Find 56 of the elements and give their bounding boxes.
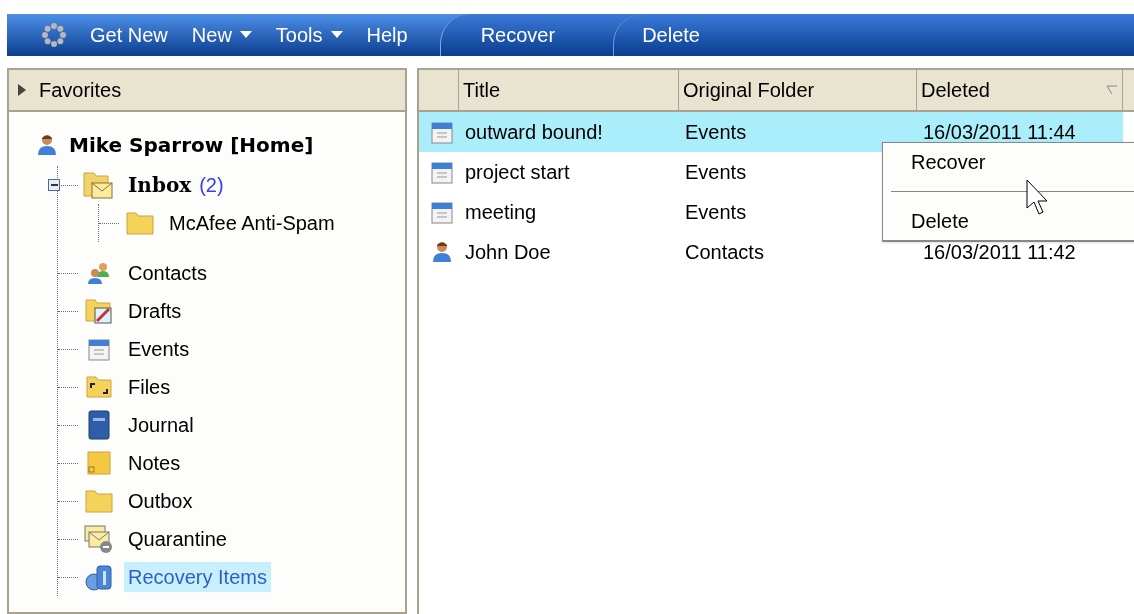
folder-item[interactable]: Outbox	[124, 486, 197, 516]
calendar-icon	[431, 200, 453, 224]
toolbar-menu-button[interactable]: Get New	[90, 20, 168, 50]
favorites-label: Favorites	[39, 78, 122, 103]
recycle-bin-icon	[85, 563, 113, 591]
unread-count: (2)	[199, 173, 224, 198]
column-header[interactable]: Title	[459, 70, 679, 110]
table-cell-text: John Doe	[465, 240, 552, 265]
table-cell-text: 16/03/2011 11:44	[923, 120, 1076, 145]
folder-item[interactable]: Drafts	[124, 296, 186, 326]
toolbar-menu-button[interactable]: New	[191, 20, 252, 50]
table-row[interactable]: outward bound! Events 16/03/2011 11:44	[419, 112, 1123, 152]
folder-item[interactable]: Journal	[124, 410, 198, 440]
table-cell-text: meeting	[465, 200, 538, 225]
action-tab[interactable]: Delete	[613, 14, 728, 56]
book-icon	[88, 410, 110, 440]
calendar-icon	[431, 120, 453, 144]
person-icon	[432, 241, 452, 263]
folder-pencil-icon	[85, 298, 113, 324]
mouse-pointer-icon	[1026, 179, 1050, 217]
folder-item[interactable]: Contacts	[124, 258, 211, 288]
column-header[interactable]: Deleted	[917, 70, 1123, 110]
caret-icon	[239, 31, 252, 39]
caret-icon	[330, 31, 343, 39]
folder-icon	[85, 489, 113, 513]
note-icon	[87, 451, 111, 475]
dots-logo-icon	[42, 23, 66, 47]
favorites-header[interactable]: Favorites	[9, 70, 405, 112]
folder-item[interactable]: Quarantine	[124, 524, 231, 554]
table-cell-text: outward bound!	[465, 120, 604, 145]
folder-corners-icon	[86, 376, 112, 398]
envelopes-icon	[84, 524, 114, 554]
folder-item[interactable]: Inbox	[124, 170, 196, 200]
folder-item[interactable]: Events	[124, 334, 194, 364]
people-icon	[87, 261, 111, 285]
folder-item[interactable]: Notes	[124, 448, 185, 478]
folder-item[interactable]: Recovery Items	[124, 562, 271, 592]
calendar-icon	[431, 160, 453, 184]
expand-arrow-icon	[17, 83, 27, 97]
table-cell-text: Contacts	[685, 240, 765, 265]
toolbar-menu-button[interactable]: Tools	[275, 20, 343, 50]
calendar-icon	[88, 337, 110, 361]
folder-icon	[126, 211, 154, 235]
folder-item[interactable]: Files	[124, 372, 175, 402]
action-tab[interactable]: Recover	[452, 14, 584, 56]
column-header[interactable]: Original Folder	[679, 70, 917, 110]
collapse-toggle-icon[interactable]	[48, 179, 60, 191]
folder-envelope-icon	[83, 169, 115, 201]
account-name[interactable]: Mike Sparrow [Home]	[69, 130, 314, 160]
table-cell-text: project start	[465, 160, 571, 185]
toolbar-menu-button[interactable]: Help	[366, 20, 408, 50]
sort-icon	[1106, 85, 1118, 95]
table-cell-text: 16/03/2011 11:42	[923, 240, 1076, 265]
person-icon	[37, 134, 57, 156]
folder-item[interactable]: McAfee Anti-Spam	[165, 208, 339, 238]
table-cell-text: Events	[685, 120, 748, 145]
